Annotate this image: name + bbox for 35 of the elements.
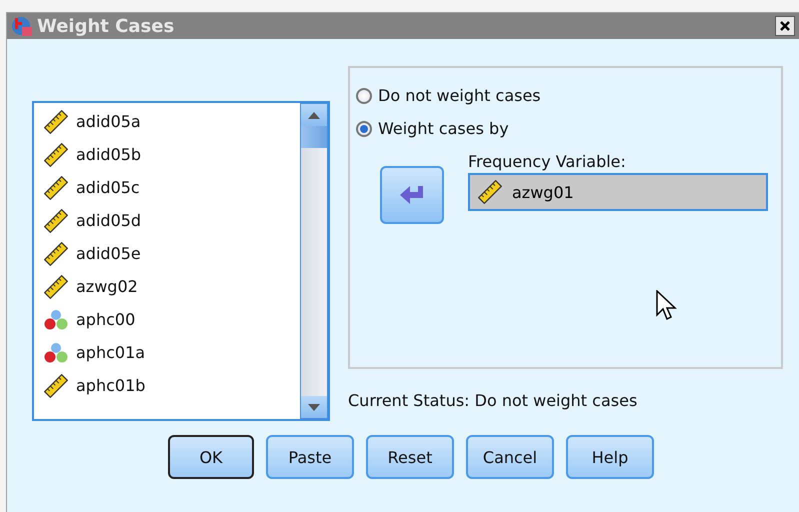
status-text: Current Status: Do not weight cases <box>348 391 638 410</box>
variable-list[interactable]: adid05a adid05b adid05c adid05d adid05e azwg02 aphc00 aphc01a aphc01b <box>32 101 330 421</box>
up-arrow-icon <box>308 112 320 118</box>
list-item[interactable]: adid05e <box>44 241 300 266</box>
circles-icon <box>44 308 68 332</box>
list-item[interactable]: adid05c <box>44 175 300 200</box>
down-arrow-icon <box>308 404 320 410</box>
list-item[interactable]: azwg02 <box>44 274 300 299</box>
list-item[interactable]: aphc01a <box>44 340 300 365</box>
frequency-variable-field[interactable]: azwg01 <box>468 173 768 211</box>
radio-button[interactable] <box>356 88 372 104</box>
dialog-button[interactable]: OK <box>168 435 254 479</box>
list-item[interactable]: adid05a <box>44 109 300 134</box>
scroll-thumb[interactable] <box>301 126 327 148</box>
cursor-icon <box>656 290 678 322</box>
scrollbar[interactable] <box>300 103 328 419</box>
dialog-button[interactable]: Help <box>566 435 654 479</box>
window-title: Weight Cases <box>37 16 174 36</box>
move-button[interactable] <box>380 166 444 224</box>
close-icon <box>779 20 791 32</box>
close-button[interactable] <box>775 16 795 36</box>
app-icon <box>11 15 33 37</box>
radio-button[interactable] <box>356 120 372 136</box>
field-label: Frequency Variable: <box>468 152 627 171</box>
radio-option[interactable]: Do not weight cases <box>356 86 775 105</box>
list-item[interactable]: aphc00 <box>44 307 300 332</box>
dialog-button[interactable]: Paste <box>266 435 354 479</box>
list-item[interactable]: aphc01b <box>44 373 300 398</box>
circles-icon <box>44 340 68 364</box>
dialog-button[interactable]: Reset <box>366 435 454 479</box>
left-arrow-icon <box>400 184 424 206</box>
list-item[interactable]: adid05b <box>44 142 300 167</box>
dialog-button[interactable]: Cancel <box>466 435 554 479</box>
radio-option[interactable]: Weight cases by <box>356 119 775 138</box>
list-item[interactable]: adid05d <box>44 208 300 233</box>
